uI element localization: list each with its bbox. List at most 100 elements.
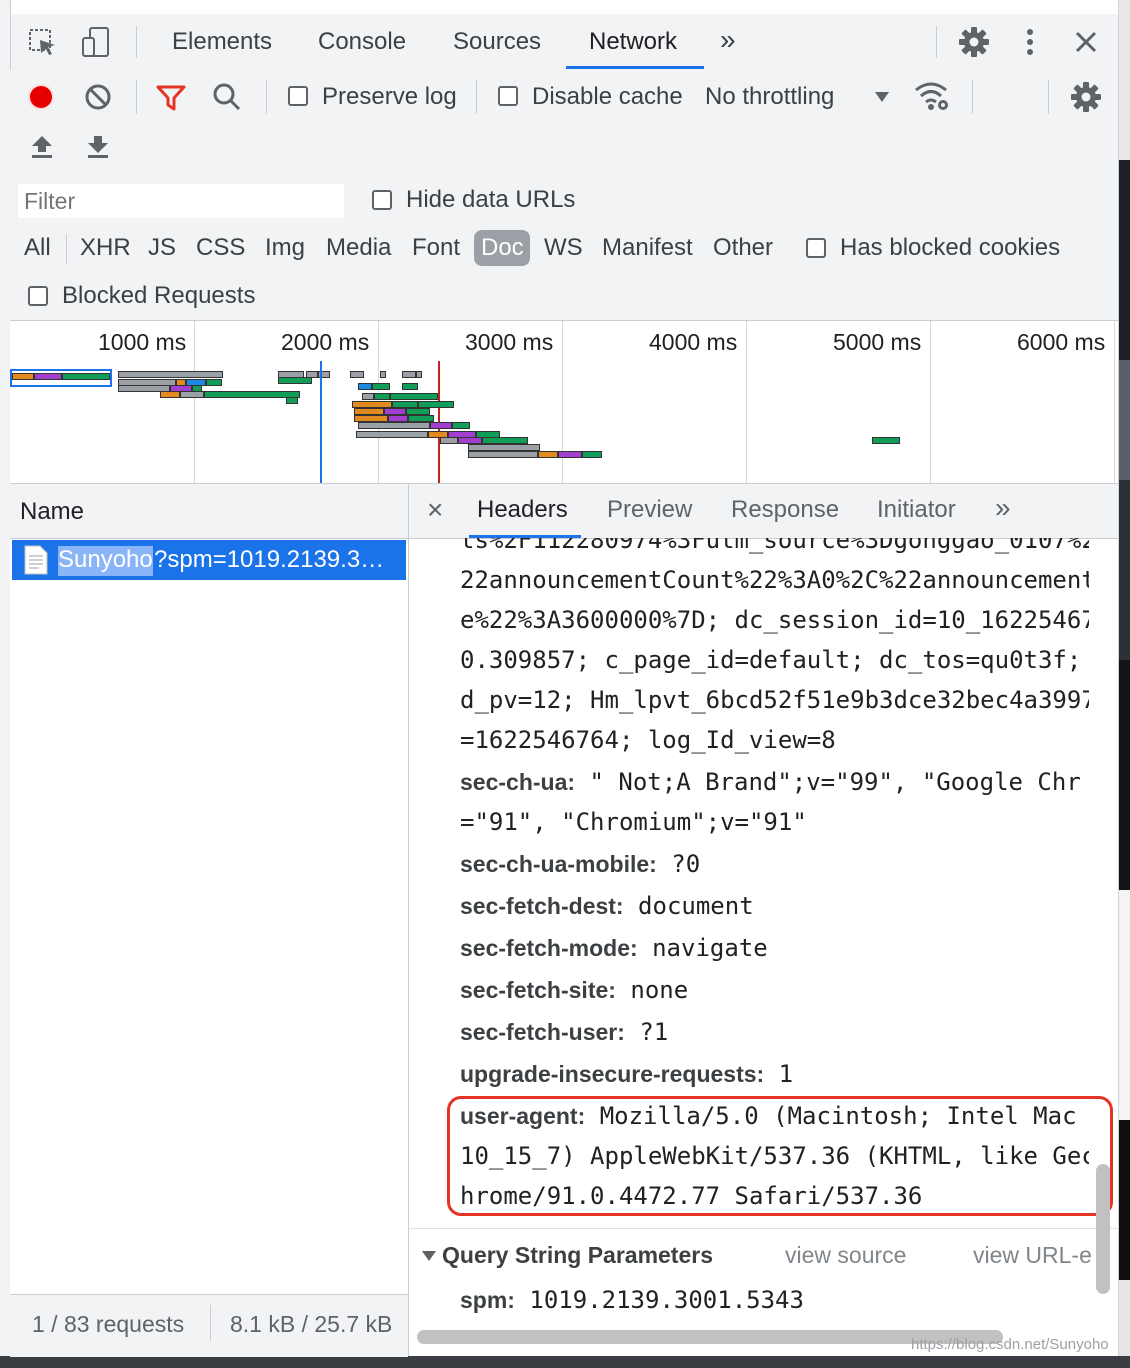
more-detail-tabs-chevron-icon[interactable]: » bbox=[995, 492, 1011, 524]
filter-type-xhr[interactable]: XHR bbox=[80, 234, 131, 262]
filter-funnel-icon[interactable] bbox=[156, 84, 186, 117]
device-toolbar-icon[interactable] bbox=[80, 26, 112, 63]
disable-cache-checkbox[interactable] bbox=[498, 86, 518, 106]
timeline-bar bbox=[278, 377, 312, 384]
vertical-scrollbar[interactable] bbox=[1096, 1164, 1110, 1294]
dom-content-loaded-marker bbox=[320, 361, 322, 483]
name-column-header[interactable]: Name bbox=[10, 484, 408, 539]
toolbar-separator bbox=[136, 80, 137, 114]
close-detail-icon[interactable]: × bbox=[427, 494, 443, 526]
section-expanded-triangle-icon[interactable] bbox=[421, 1249, 437, 1267]
devtools-tabbar: Elements Console Sources Network » bbox=[0, 14, 1118, 71]
preserve-log-checkbox[interactable] bbox=[288, 86, 308, 106]
header-value: " Not;A Brand";v="99", "Google Chr bbox=[575, 768, 1081, 796]
view-source-link[interactable]: view source bbox=[785, 1242, 906, 1269]
timeline-bar bbox=[206, 379, 222, 386]
cookie-value-line: ts%2F112280974%3Futm_source%3Dgonggao_01… bbox=[460, 538, 1089, 554]
timeline-bar bbox=[62, 373, 110, 380]
timeline-bar bbox=[358, 422, 430, 429]
network-conditions-wifi-icon[interactable] bbox=[914, 80, 950, 117]
more-options-kebab-icon[interactable] bbox=[1022, 28, 1038, 63]
blocked-requests-checkbox[interactable] bbox=[28, 286, 48, 306]
tab-sources[interactable]: Sources bbox=[453, 28, 541, 56]
header-value: none bbox=[615, 976, 689, 1004]
detail-tabbar: × Headers Preview Response Initiator » bbox=[409, 484, 1118, 539]
timeline-bar bbox=[408, 415, 434, 422]
tab-elements[interactable]: Elements bbox=[172, 28, 272, 56]
timeline-bar bbox=[12, 373, 34, 380]
hide-data-urls-checkbox[interactable] bbox=[372, 190, 392, 210]
filter-type-js[interactable]: JS bbox=[148, 234, 176, 262]
header-key: sec-ch-ua-mobile: bbox=[460, 851, 657, 877]
timeline-bar bbox=[558, 451, 582, 458]
transfer-size: 8.1 kB / 25.7 kB bbox=[230, 1311, 393, 1337]
has-blocked-cookies-checkbox[interactable] bbox=[806, 238, 826, 258]
timeline-bar bbox=[402, 383, 418, 390]
search-icon[interactable] bbox=[212, 82, 242, 117]
header-value: ?0 bbox=[656, 850, 701, 878]
tab-console[interactable]: Console bbox=[318, 28, 406, 56]
user-agent-highlight-box bbox=[447, 1096, 1113, 1216]
tab-headers[interactable]: Headers bbox=[477, 496, 568, 524]
timeline-bar bbox=[402, 371, 416, 378]
network-settings-gear-icon[interactable] bbox=[1070, 81, 1102, 118]
inspect-element-icon[interactable] bbox=[28, 28, 58, 63]
timeline-bar bbox=[34, 373, 62, 380]
filter-type-img[interactable]: Img bbox=[265, 234, 305, 262]
timeline-tick-label: 6000 ms bbox=[1017, 329, 1106, 355]
tab-initiator[interactable]: Initiator bbox=[877, 496, 956, 524]
timeline-bar bbox=[356, 431, 428, 438]
timeline-gridline bbox=[746, 321, 747, 483]
header-value: ?1 bbox=[624, 1018, 669, 1046]
filter-type-css[interactable]: CSS bbox=[196, 234, 245, 262]
view-url-encoded-link[interactable]: view URL-e bbox=[973, 1242, 1092, 1269]
network-overview-timeline[interactable]: 1000 ms 2000 ms 3000 ms 4000 ms 5000 ms … bbox=[10, 321, 1118, 484]
network-toolbar: Preserve log Disable cache No throttling bbox=[10, 70, 1118, 179]
timeline-bar bbox=[352, 401, 392, 408]
hide-data-urls-label: Hide data URLs bbox=[406, 186, 576, 213]
filter-type-media[interactable]: Media bbox=[326, 234, 391, 262]
timeline-bar bbox=[354, 408, 384, 415]
header-sec-fetch-user: sec-fetch-user: ?1 bbox=[460, 1018, 668, 1046]
timeline-gridline bbox=[1114, 321, 1115, 483]
import-har-upload-icon[interactable] bbox=[30, 134, 54, 165]
timeline-bar bbox=[406, 408, 430, 415]
settings-gear-icon[interactable] bbox=[958, 26, 990, 63]
timeline-bar bbox=[118, 371, 223, 378]
filter-type-doc[interactable]: Doc bbox=[481, 234, 524, 262]
filter-type-font[interactable]: Font bbox=[412, 234, 460, 262]
header-value: 1 bbox=[764, 1060, 794, 1088]
timeline-bar bbox=[416, 371, 422, 378]
disable-cache-label: Disable cache bbox=[532, 83, 683, 110]
timeline-bar bbox=[538, 451, 558, 458]
filter-input[interactable] bbox=[18, 184, 344, 218]
toolbar-separator bbox=[1048, 80, 1049, 114]
filter-type-ws[interactable]: WS bbox=[544, 234, 583, 262]
more-tabs-chevron-icon[interactable]: » bbox=[720, 24, 736, 56]
throttling-dropdown-arrow-icon[interactable] bbox=[874, 90, 890, 108]
filter-type-manifest[interactable]: Manifest bbox=[602, 234, 693, 262]
throttling-select[interactable]: No throttling bbox=[705, 83, 834, 111]
filter-type-other[interactable]: Other bbox=[713, 234, 773, 262]
header-upgrade-insecure-requests: upgrade-insecure-requests: 1 bbox=[460, 1060, 793, 1088]
header-value: document bbox=[623, 892, 754, 920]
request-row[interactable]: Sunyoho ?spm=1019.2139.3… bbox=[12, 540, 406, 580]
request-name-highlight: Sunyoho bbox=[58, 546, 153, 576]
tab-response[interactable]: Response bbox=[731, 496, 839, 524]
header-value: navigate bbox=[637, 934, 768, 962]
clear-icon[interactable] bbox=[84, 83, 112, 116]
header-sec-fetch-dest: sec-fetch-dest: document bbox=[460, 892, 754, 920]
timeline-bar bbox=[418, 401, 454, 408]
close-devtools-icon[interactable] bbox=[1074, 30, 1098, 59]
tab-network[interactable]: Network bbox=[589, 28, 677, 56]
header-key: sec-fetch-mode: bbox=[460, 935, 638, 961]
timeline-gridline bbox=[562, 321, 563, 483]
query-string-parameters-section[interactable]: Query String Parameters view source view… bbox=[409, 1228, 1118, 1279]
record-icon[interactable] bbox=[26, 82, 56, 117]
filter-type-all[interactable]: All bbox=[24, 234, 51, 262]
tab-preview[interactable]: Preview bbox=[607, 496, 692, 524]
header-key: sec-fetch-dest: bbox=[460, 893, 624, 919]
export-har-download-icon[interactable] bbox=[86, 134, 110, 165]
timeline-bar bbox=[160, 391, 180, 398]
timeline-bar bbox=[372, 383, 390, 390]
